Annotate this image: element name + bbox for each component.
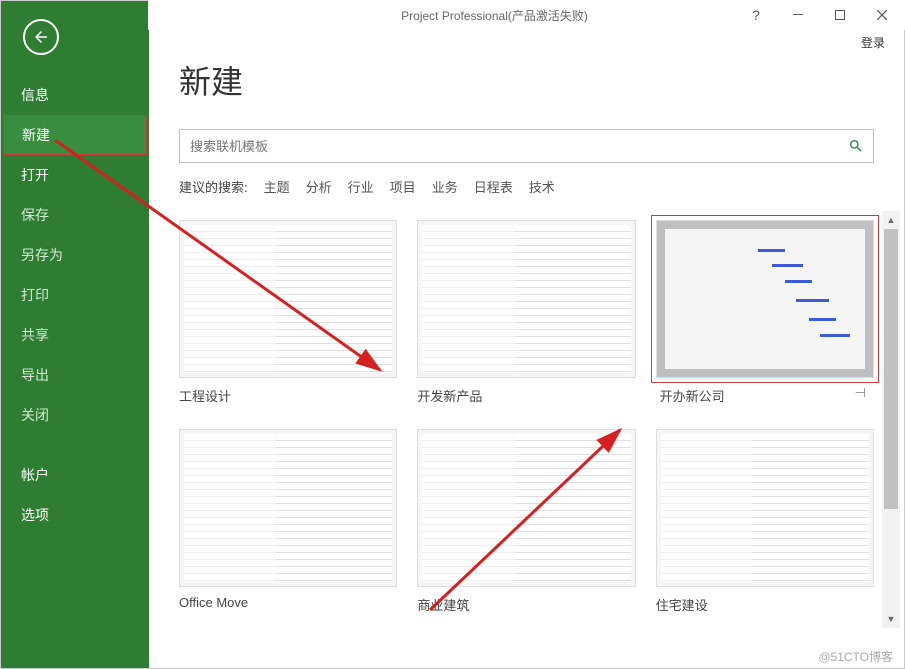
template-label: Office Move [179, 595, 397, 610]
search-button[interactable] [839, 130, 873, 162]
template-label: 商业建筑 [417, 595, 635, 614]
maximize-button[interactable] [825, 0, 855, 30]
nav-print[interactable]: 打印 [1, 275, 149, 315]
template-new-product[interactable]: 开发新产品 [417, 220, 635, 405]
suggest-link[interactable]: 日程表 [474, 177, 513, 196]
nav-export[interactable]: 导出 [1, 355, 149, 395]
main-content: 新建 建议的搜索: 主题 分析 行业 项目 业务 日程表 技术 工程设计 [149, 1, 904, 668]
sidebar: 信息 新建 打开 保存 另存为 打印 共享 导出 关闭 帐户 选项 [1, 1, 149, 668]
scroll-up-arrow[interactable]: ▲ [882, 211, 900, 229]
search-icon [848, 138, 864, 154]
page-title: 新建 [179, 57, 874, 103]
template-grid: 工程设计 开发新产品 开办新公司 ⊣ [179, 220, 874, 614]
template-label: 工程设计 [179, 386, 397, 405]
suggest-label: 建议的搜索: [179, 177, 248, 196]
nav-options[interactable]: 选项 [1, 495, 149, 535]
suggest-link[interactable]: 技术 [529, 177, 555, 196]
scroll-down-arrow[interactable]: ▼ [882, 610, 900, 628]
help-button[interactable]: ? [741, 0, 771, 30]
vertical-scrollbar[interactable]: ▲ ▼ [882, 211, 900, 628]
template-label: 住宅建设 [656, 595, 874, 614]
template-label: 开办新公司 [656, 386, 874, 405]
nav-info[interactable]: 信息 [1, 75, 149, 115]
back-button[interactable] [23, 19, 59, 55]
back-arrow-icon [32, 28, 50, 46]
suggest-link[interactable]: 业务 [432, 177, 458, 196]
search-input[interactable] [180, 131, 839, 162]
template-engineering[interactable]: 工程设计 [179, 220, 397, 405]
close-button[interactable] [867, 0, 897, 30]
signin-link[interactable]: 登录 [861, 34, 885, 51]
nav-close[interactable]: 关闭 [1, 395, 149, 435]
scroll-thumb[interactable] [884, 229, 898, 509]
nav-save[interactable]: 保存 [1, 195, 149, 235]
nav-open[interactable]: 打开 [1, 155, 149, 195]
template-new-company[interactable]: 开办新公司 ⊣ [656, 220, 874, 405]
minimize-icon [793, 10, 803, 20]
suggest-link[interactable]: 项目 [390, 177, 416, 196]
template-office-move[interactable]: Office Move [179, 429, 397, 614]
close-icon [877, 10, 887, 20]
nav-saveas[interactable]: 另存为 [1, 235, 149, 275]
window-title: Project Professional(产品激活失败) [248, 7, 741, 24]
template-thumbnail [656, 429, 874, 587]
suggest-link[interactable]: 行业 [348, 177, 374, 196]
template-thumbnail [656, 220, 874, 378]
template-thumbnail [179, 220, 397, 378]
minimize-button[interactable] [783, 0, 813, 30]
suggest-link[interactable]: 主题 [264, 177, 290, 196]
template-thumbnail [417, 429, 635, 587]
template-residential-construction[interactable]: 住宅建设 [656, 429, 874, 614]
template-thumbnail [417, 220, 635, 378]
nav-new[interactable]: 新建 [3, 115, 147, 155]
search-bar [179, 129, 874, 163]
nav-share[interactable]: 共享 [1, 315, 149, 355]
titlebar: Project Professional(产品激活失败) ? [148, 0, 905, 30]
suggested-searches: 建议的搜索: 主题 分析 行业 项目 业务 日程表 技术 [179, 177, 874, 196]
template-label: 开发新产品 [417, 386, 635, 405]
pin-icon[interactable]: ⊣ [855, 385, 866, 401]
maximize-icon [835, 10, 845, 20]
scroll-track[interactable] [882, 229, 900, 610]
watermark: @51CTO博客 [818, 648, 893, 665]
suggest-link[interactable]: 分析 [306, 177, 332, 196]
nav-account[interactable]: 帐户 [1, 455, 149, 495]
template-commercial-building[interactable]: 商业建筑 [417, 429, 635, 614]
template-thumbnail [179, 429, 397, 587]
